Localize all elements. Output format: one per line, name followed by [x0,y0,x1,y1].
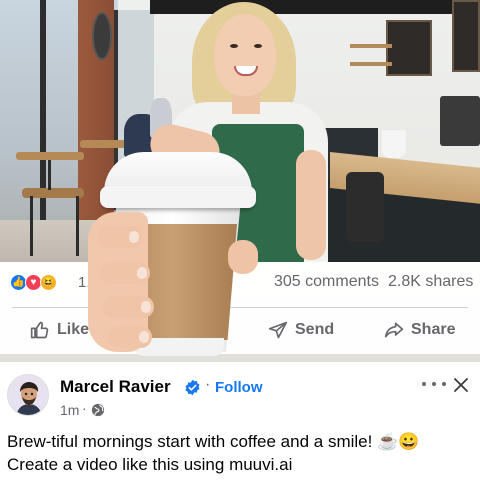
send-icon [268,321,288,339]
post-timestamp[interactable]: 1m [60,402,79,418]
dot-separator: · [205,376,211,393]
menu-board [386,20,432,76]
action-bar: Like t Send Share [0,310,480,350]
more-options-button[interactable] [422,376,446,392]
send-button[interactable]: Send [268,318,334,342]
finger [100,262,150,284]
share-button[interactable]: Share [384,318,455,342]
caption-line-1: Brew-tiful mornings start with coffee an… [7,432,420,451]
eye [230,44,238,48]
reaction-icons[interactable]: 👍 ♥ 😆 [10,274,57,292]
post-author-card: Marcel Ravier · Follow 1m · Brew-tiful m… [0,362,480,480]
ceiling [150,0,480,14]
like-label: Like [57,321,90,338]
globe-icon [91,403,105,417]
shares-count[interactable]: 2.8K shares [388,273,473,291]
table-leg [48,160,51,190]
cup-lid-rim [100,186,256,208]
haha-icon: 😆 [40,274,57,291]
follow-button[interactable]: Follow [215,379,263,396]
share-icon [384,322,404,338]
divider [12,307,468,308]
eye [254,44,262,48]
counter-cup [382,130,406,158]
share-label: Share [411,321,456,338]
wall-clock [92,12,112,60]
barista-face [214,14,276,96]
menu-board-2 [452,0,480,72]
caption-line-2: Create a video like this using muuvi.ai [7,455,293,474]
verified-badge-icon [185,379,200,396]
avatar[interactable] [7,374,49,416]
thumb [228,240,258,274]
avatar-image [8,375,48,415]
thumbs-up-icon [30,321,49,339]
barista-arm [296,150,326,260]
cafe-table [16,152,84,160]
shelf [350,44,392,48]
like-button[interactable]: Like [30,318,89,342]
send-label: Send [295,321,335,338]
close-icon[interactable] [453,377,469,393]
stool-leg [76,196,79,256]
finger [102,296,154,318]
espresso-machine [440,96,480,146]
stool-leg [30,196,33,256]
post-engagement-card: 👍 ♥ 😆 1.2 305 comments 2.8K shares Like … [0,262,480,354]
post-caption: Brew-tiful mornings start with coffee an… [7,430,475,476]
finger [108,326,152,348]
comments-count[interactable]: 305 comments [274,273,379,291]
time-dot-separator: · [82,400,87,416]
shelf [350,62,392,66]
chair [346,172,384,242]
author-name[interactable]: Marcel Ravier [60,377,171,397]
finger [98,226,142,248]
